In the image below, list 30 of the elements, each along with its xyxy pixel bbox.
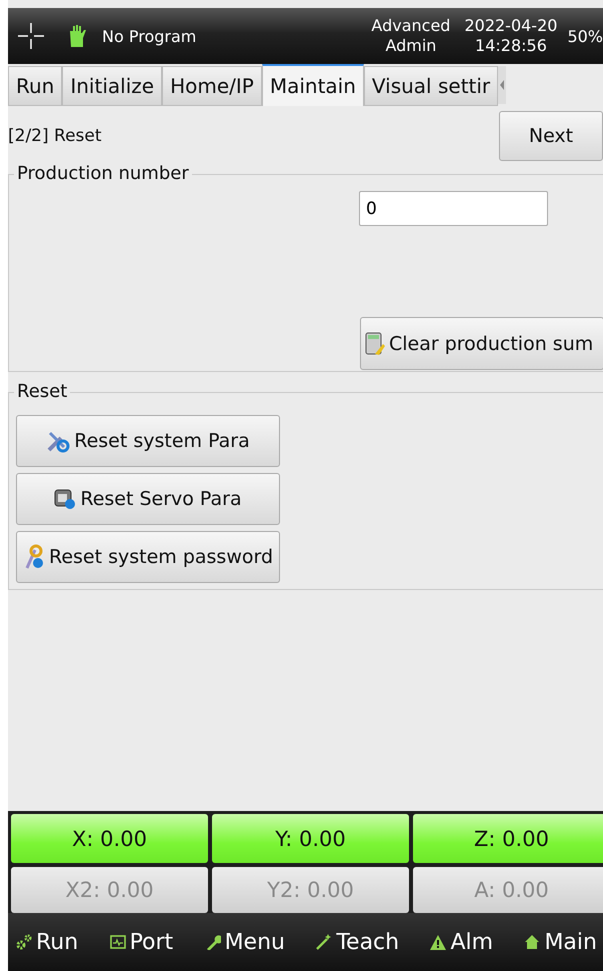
axis-position: X: 0.00	[11, 814, 208, 863]
nav-item[interactable]: Main	[524, 930, 597, 954]
nav-item[interactable]: Run	[16, 930, 78, 954]
step-title: [2/2] Reset	[8, 126, 102, 146]
user-name: Admin	[385, 36, 436, 56]
axis-position: Y: 0.00	[212, 814, 409, 863]
time-text: 14:28:56	[475, 36, 547, 56]
production-number-field[interactable]: 0	[359, 191, 548, 226]
tab[interactable]: Maintain	[262, 64, 364, 106]
axis-position: X2: 0.00	[11, 867, 208, 913]
speed-percent: 50%	[567, 26, 603, 46]
tab[interactable]: Initialize	[62, 66, 162, 106]
nav-item[interactable]: Port	[110, 930, 174, 954]
user-level: Advanced	[371, 16, 450, 36]
nav-item[interactable]: Alm	[430, 930, 494, 954]
date-text: 2022-04-20	[464, 16, 558, 36]
program-name: No Program	[102, 26, 196, 46]
reset-button[interactable]: Reset Servo Para	[16, 473, 280, 525]
clear-production-button[interactable]: Clear production sum	[360, 317, 603, 370]
next-button[interactable]: Next	[499, 111, 603, 161]
reset-button[interactable]: Reset system Para	[16, 415, 280, 467]
nav-item[interactable]: Teach	[316, 930, 400, 954]
tab[interactable]: Visual settir	[364, 66, 498, 106]
axis-position: A: 0.00	[413, 867, 603, 913]
reset-button[interactable]: Reset system password	[16, 531, 280, 583]
tab[interactable]: Home/IP	[162, 66, 262, 106]
axis-position: Z: 0.00	[413, 814, 603, 863]
tab[interactable]: Run	[8, 66, 62, 106]
nav-item[interactable]: Menu	[204, 930, 285, 954]
axis-position: Y2: 0.00	[212, 867, 409, 913]
